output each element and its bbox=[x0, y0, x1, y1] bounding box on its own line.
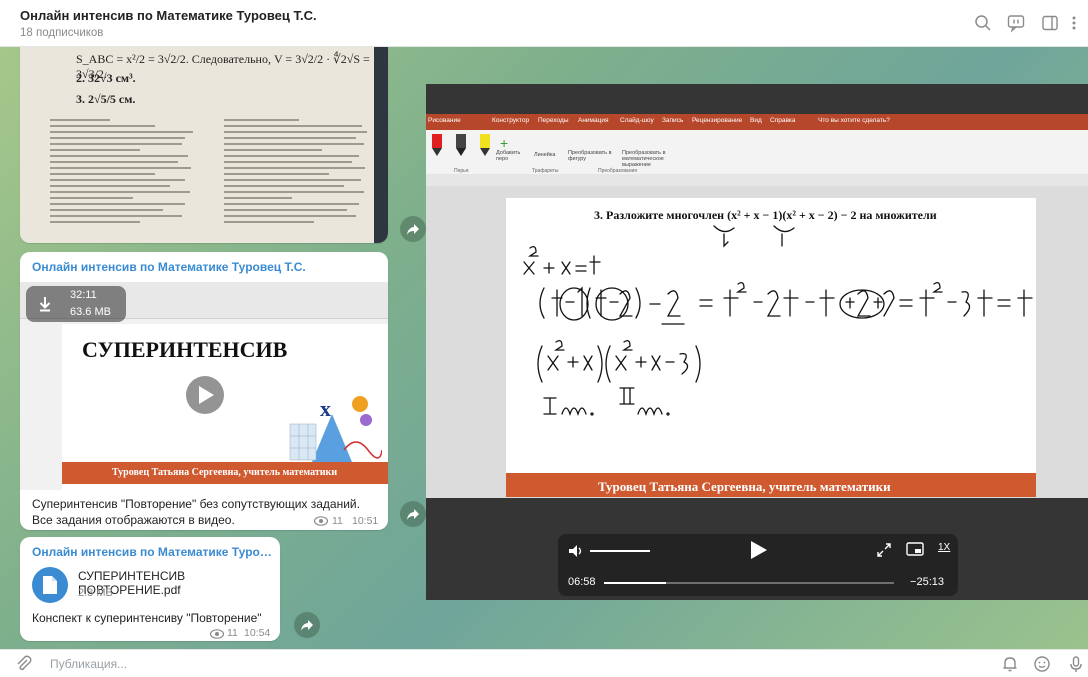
ppt-ruler bbox=[426, 174, 1088, 186]
ppt-tab: Вид bbox=[750, 117, 762, 124]
player-controls: 1X 06:58 −25:13 bbox=[558, 534, 958, 596]
video-message[interactable]: Онлайн интенсив по Математике Туровец Т.… bbox=[20, 252, 388, 530]
slide-footer-text: Туровец Татьяна Сергеевна, учитель матем… bbox=[598, 479, 891, 494]
svg-text:+: + bbox=[500, 135, 508, 151]
channel-title[interactable]: Онлайн интенсив по Математике Туровец Т.… bbox=[20, 8, 317, 23]
file-description: Конспект к суперинтенсиву "Повторение" bbox=[32, 611, 262, 625]
ppt-tab: Переходы bbox=[538, 117, 569, 124]
play-button[interactable] bbox=[186, 376, 224, 414]
fullscreen-icon[interactable] bbox=[876, 542, 892, 558]
view-count: 11 bbox=[332, 515, 343, 527]
play-icon bbox=[199, 386, 214, 404]
scan-left-column bbox=[50, 119, 200, 243]
share-button[interactable] bbox=[400, 501, 426, 527]
share-arrow-icon bbox=[301, 620, 313, 631]
ppt-ribbon: + Добавить перо Линейка Преобразовать в … bbox=[426, 130, 1088, 175]
ppt-tab: Анимация bbox=[578, 117, 609, 124]
current-time: 06:58 bbox=[568, 576, 596, 588]
message-sender[interactable]: Онлайн интенсив по Математике Туровец Т.… bbox=[32, 545, 272, 559]
message-sender[interactable]: Онлайн интенсив по Математике Туровец Т.… bbox=[32, 260, 306, 274]
math-illustration-icon: x bbox=[289, 396, 382, 462]
video-duration: 32:11 bbox=[70, 289, 97, 301]
message-time: 10:54 bbox=[244, 627, 271, 639]
attach-icon[interactable] bbox=[14, 654, 34, 674]
seek-bar[interactable] bbox=[604, 582, 894, 584]
share-button[interactable] bbox=[294, 612, 320, 638]
share-arrow-icon bbox=[407, 509, 419, 520]
download-icon bbox=[39, 297, 51, 312]
volume-icon[interactable] bbox=[568, 544, 584, 558]
remaining-time: −25:13 bbox=[910, 576, 944, 588]
composer-input[interactable]: Публикация... bbox=[50, 657, 127, 671]
scan-line-3: 3. 2√5/5 см. bbox=[76, 92, 136, 106]
scan-line-2: 2. 32√3 см³. bbox=[76, 71, 136, 85]
message-composer: Публикация... bbox=[0, 649, 1088, 677]
svg-text:x: x bbox=[320, 396, 331, 421]
chat-header: Онлайн интенсив по Математике Туровец Т.… bbox=[0, 0, 1088, 47]
thumb-footer-text: Туровец Татьяна Сергеевна, учитель матем… bbox=[112, 467, 338, 478]
ppt-tab: Слайд-шоу bbox=[620, 117, 654, 124]
download-badge[interactable]: 32:11 63.6 MB bbox=[26, 286, 126, 322]
ppt-tab: Запись bbox=[662, 117, 684, 124]
handwritten-solution bbox=[523, 225, 1033, 417]
media-viewer[interactable]: Рисование Конструктор Переходы Анимация … bbox=[426, 84, 1088, 600]
live-stream-icon[interactable] bbox=[1006, 13, 1026, 33]
share-button[interactable] bbox=[400, 216, 426, 242]
playback-speed-button[interactable]: 1X bbox=[938, 542, 950, 553]
ppt-canvas: 3. Разложите многочлен (x² + x − 1)(x² +… bbox=[426, 186, 1088, 498]
thumb-slide-title: СУПЕРИНТЕНСИВ bbox=[82, 337, 288, 362]
microphone-icon[interactable] bbox=[1066, 654, 1086, 674]
ppt-tab: Что вы хотите сделать? bbox=[818, 117, 890, 124]
convert-math-label: Преобразовать в математическое выражение bbox=[622, 150, 666, 168]
notification-bell-icon[interactable] bbox=[1000, 654, 1020, 674]
views-eye-icon bbox=[314, 516, 328, 526]
more-menu-icon[interactable] bbox=[1068, 13, 1080, 33]
scan-dark-edge bbox=[374, 47, 388, 243]
picture-in-picture-icon[interactable] bbox=[906, 542, 924, 558]
seek-progress bbox=[604, 582, 667, 584]
sidebar-toggle-icon[interactable] bbox=[1040, 13, 1060, 33]
add-pen-label: Добавить перо bbox=[496, 150, 521, 162]
view-count: 11 bbox=[227, 627, 238, 639]
document-icon bbox=[43, 576, 57, 594]
file-download-button[interactable] bbox=[32, 567, 68, 603]
volume-slider[interactable] bbox=[590, 550, 650, 552]
emoji-icon[interactable] bbox=[1032, 654, 1052, 674]
ppt-tab: Рисование bbox=[428, 117, 461, 124]
views-eye-icon bbox=[210, 629, 224, 639]
subscriber-count: 18 подписчиков bbox=[20, 27, 104, 39]
scan-image-message[interactable]: S_ABC = x²/2 = 3√2/2. Следовательно, V =… bbox=[20, 47, 388, 243]
ppt-tab-bar: Рисование Конструктор Переходы Анимация … bbox=[426, 114, 1088, 130]
ruler-label: Линейка bbox=[534, 152, 556, 158]
share-arrow-icon bbox=[407, 224, 419, 235]
message-time: 10:51 bbox=[352, 515, 379, 527]
textbook-scan-image[interactable]: S_ABC = x²/2 = 3√2/2. Следовательно, V =… bbox=[20, 47, 388, 243]
video-thumbnail[interactable]: СУПЕРИНТЕНСИВ x Туровец Татьяна Сергеевн… bbox=[20, 282, 388, 490]
ppt-tab: Конструктор bbox=[492, 117, 530, 124]
play-icon[interactable] bbox=[750, 540, 768, 560]
ppt-tab: Рецензирование bbox=[692, 117, 743, 124]
scan-right-column bbox=[224, 119, 374, 243]
convert-shape-label: Преобразовать в фигуру bbox=[568, 150, 612, 162]
file-size: 2.3 MB bbox=[78, 587, 113, 599]
search-icon[interactable] bbox=[973, 13, 993, 33]
ppt-tab: Справка bbox=[770, 117, 796, 124]
video-size: 63.6 MB bbox=[70, 306, 111, 318]
presentation-slide: 3. Разложите многочлен (x² + x − 1)(x² +… bbox=[506, 198, 1036, 497]
pdf-message[interactable]: Онлайн интенсив по Математике Туровец Т.… bbox=[20, 537, 280, 641]
